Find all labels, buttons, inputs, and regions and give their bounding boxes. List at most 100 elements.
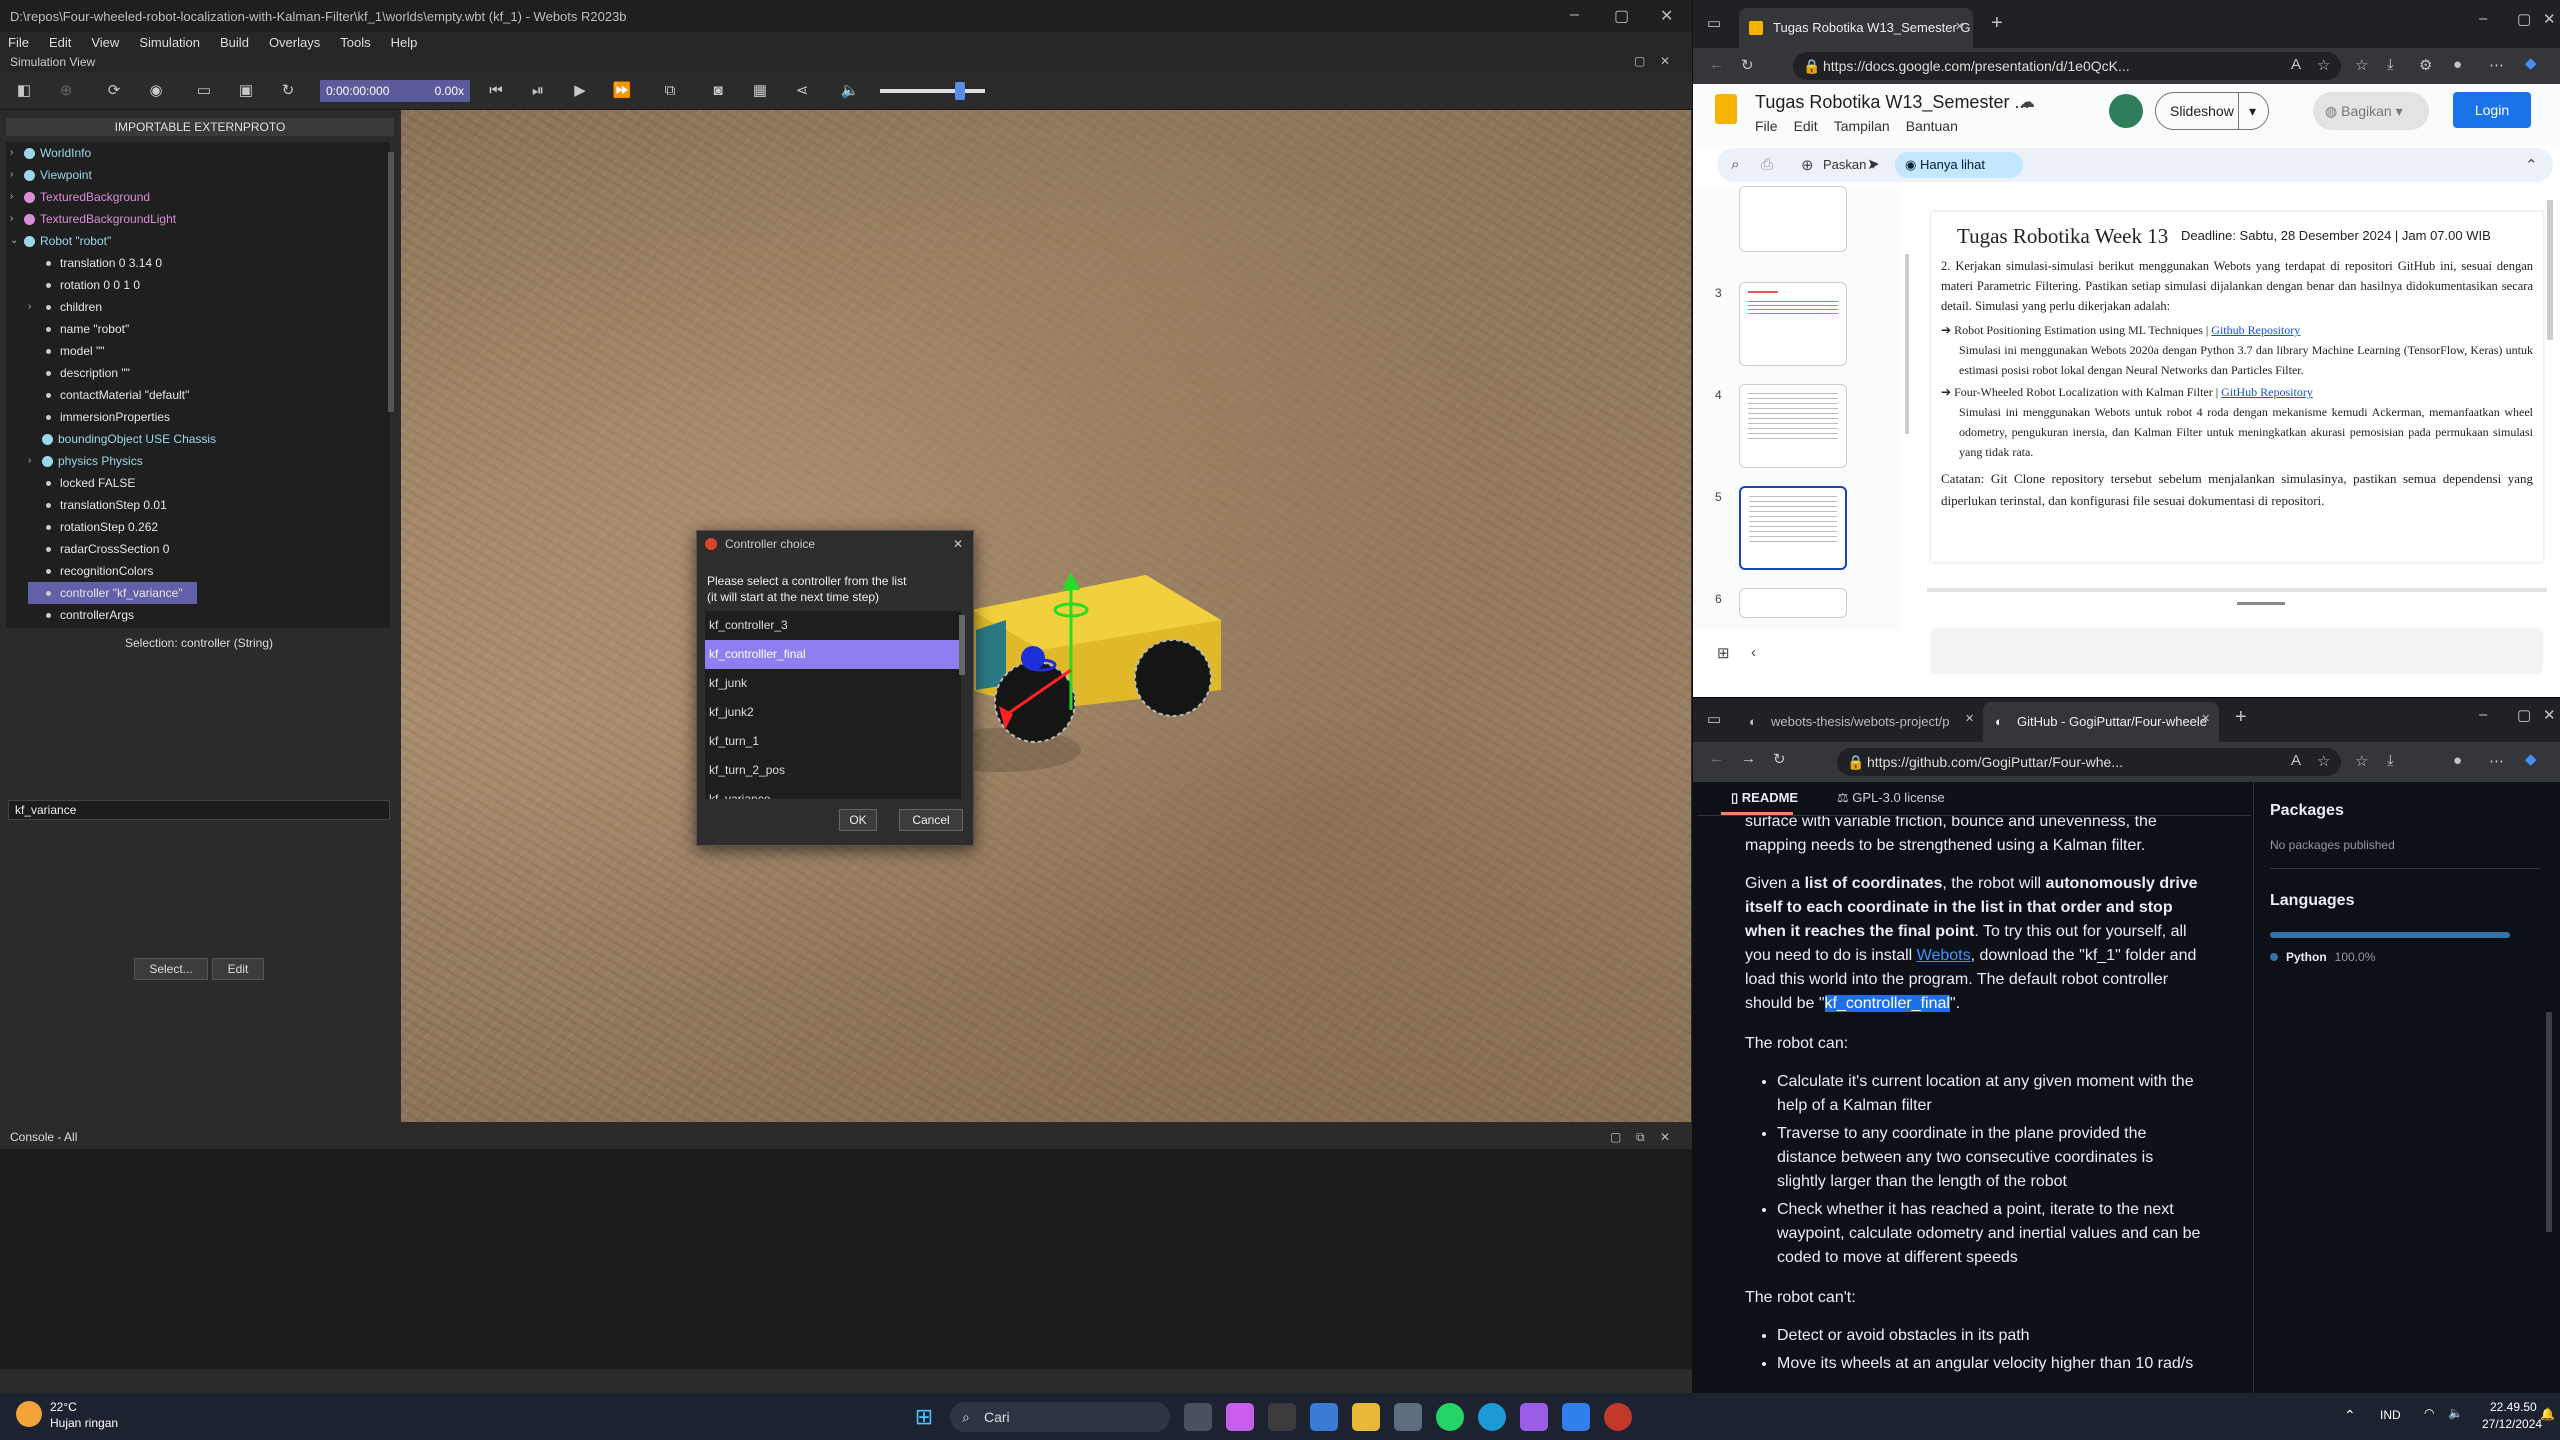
doc-title[interactable]: Tugas Robotika W13_Semester ... (1755, 92, 2029, 113)
tree-node[interactable]: radarCrossSection 0 (28, 538, 169, 560)
notes-divider-handle[interactable] (2237, 602, 2285, 605)
view-icon[interactable]: ◉ (146, 82, 166, 100)
read-aloud-icon[interactable]: A (2291, 752, 2301, 769)
browser-minimize-icon[interactable]: – (2479, 706, 2487, 723)
bullet2-link[interactable]: GitHub Repository (2221, 385, 2313, 399)
tab-slides[interactable]: Tugas Robotika W13_Semester G (1739, 8, 1973, 48)
play-icon[interactable]: ▶ (570, 82, 590, 100)
notification-icon[interactable]: 🔔 (2540, 1407, 2555, 1421)
tray-chevron-icon[interactable]: ⌃ (2344, 1407, 2356, 1424)
chatgpt-icon[interactable] (1268, 1403, 1296, 1431)
reload-page-icon[interactable]: ↻ (1773, 750, 1786, 768)
whatsapp-icon[interactable] (1436, 1403, 1464, 1431)
tree-node[interactable]: model "" (28, 340, 105, 362)
task-view-icon[interactable] (1184, 1403, 1212, 1431)
tab-webots-thesis[interactable]: ◐ webots-thesis/webots-project/p (1737, 702, 1965, 742)
github-desktop-icon[interactable] (1520, 1403, 1548, 1431)
file-explorer-icon[interactable] (1352, 1403, 1380, 1431)
volume-slider[interactable] (880, 89, 985, 93)
profile-avatar-icon[interactable]: ● (2453, 56, 2462, 73)
menu-edit[interactable]: Edit (49, 35, 71, 50)
share-button[interactable]: ◍ Bagikan ▾ (2313, 92, 2429, 130)
favorites-bar-icon[interactable]: ☆ (2355, 56, 2368, 74)
tree-node[interactable]: locked FALSE (28, 472, 135, 494)
tree-node[interactable]: › TexturedBackgroundLight (10, 208, 176, 230)
copilot-icon[interactable]: ◆ (2525, 54, 2537, 72)
tree-node[interactable]: contactMaterial "default" (28, 384, 189, 406)
favorite-icon[interactable]: ☆ (2317, 56, 2330, 74)
browser-maximize-icon[interactable]: ▢ (2517, 10, 2531, 28)
clock-date[interactable]: 27/12/2024 (2482, 1417, 2542, 1431)
slideshow-dropdown-icon[interactable]: ▾ (2238, 93, 2256, 129)
expand-arrow-icon[interactable]: › (10, 142, 24, 164)
open-world-icon[interactable]: ▭ (194, 82, 214, 100)
slide-thumb-3[interactable] (1739, 282, 1847, 366)
tree-scrollbar[interactable] (388, 152, 394, 412)
controller-option[interactable]: kf_controller_3 (705, 611, 961, 640)
profile-avatar-icon[interactable]: ● (2453, 752, 2462, 769)
expand-arrow-icon[interactable]: › (10, 186, 24, 208)
browser-maximize-icon[interactable]: ▢ (2517, 706, 2531, 724)
grid-view-icon[interactable]: ⊞ (1717, 644, 1730, 662)
menu-simulation[interactable]: Simulation (139, 35, 200, 50)
3d-view[interactable] (401, 110, 1691, 1122)
login-button[interactable]: Login (2453, 92, 2531, 128)
packages-title[interactable]: Packages (2270, 802, 2344, 820)
downloads-icon[interactable]: ⤓ (2387, 56, 2394, 73)
readme-tab[interactable]: ▯ README (1731, 790, 1798, 806)
slide-thumb-4[interactable] (1739, 384, 1847, 468)
tree-node[interactable]: › physics Physics (28, 450, 143, 472)
tree-node[interactable]: translationStep 0.01 (28, 494, 167, 516)
print-icon[interactable]: ⎙ (1761, 156, 1773, 173)
collapse-toolbar-icon[interactable]: ⌃ (2525, 156, 2538, 174)
volume-tray-icon[interactable]: 🔈 (2448, 1406, 2463, 1420)
url-bar[interactable]: 🔒 https://github.com/GogiPuttar/Four-whe… (1837, 748, 2341, 776)
tree-node[interactable]: rotationStep 0.262 (28, 516, 158, 538)
render-icon[interactable]: ⧉ (660, 82, 680, 100)
speaker-notes[interactable] (1931, 628, 2543, 674)
reload-page-icon[interactable]: ↻ (1741, 56, 1754, 74)
select-button[interactable]: Select... (134, 958, 208, 980)
favorite-icon[interactable]: ☆ (2317, 752, 2330, 770)
screenshot-icon[interactable]: ◙ (708, 82, 728, 100)
close-icon[interactable]: ✕ (1660, 6, 1673, 26)
menu-view[interactable]: View (91, 35, 119, 50)
webots-icon[interactable] (1604, 1403, 1632, 1431)
edit-button[interactable]: Edit (212, 958, 264, 980)
photos-icon[interactable] (1310, 1403, 1338, 1431)
doc-menu-file[interactable]: File (1755, 118, 1778, 134)
dialog-close-icon[interactable]: ✕ (953, 531, 963, 557)
share-icon[interactable]: ⋖ (792, 82, 812, 100)
console-float-icon[interactable]: ⧉ (1636, 1125, 1645, 1149)
edge-icon[interactable] (1478, 1403, 1506, 1431)
tree-node[interactable]: › WorldInfo (10, 142, 91, 164)
browser-menu-icon[interactable]: ⋯ (2489, 56, 2504, 74)
console-close-icon[interactable]: ✕ (1660, 1125, 1670, 1149)
float-icon[interactable]: ▢ (1634, 54, 1645, 68)
volume-slider-handle[interactable] (955, 82, 965, 100)
language-indicator[interactable]: IND (2380, 1408, 2401, 1422)
movie-icon[interactable]: ▦ (750, 82, 770, 100)
bullet1-link[interactable]: Github Repository (2211, 323, 2300, 337)
menu-tools[interactable]: Tools (340, 35, 370, 50)
copilot-icon[interactable]: ◆ (2525, 750, 2537, 768)
console-maximize-icon[interactable]: ▢ (1610, 1125, 1621, 1149)
tree-node[interactable]: name "robot" (28, 318, 129, 340)
tree-node[interactable]: › Viewpoint (10, 164, 92, 186)
tab2-close-icon[interactable]: ✕ (2201, 712, 2210, 725)
volume-icon[interactable]: 🔈 (840, 82, 860, 100)
controller-option[interactable]: kf_controlller_final (705, 640, 961, 669)
doc-menu-view[interactable]: Tampilan (1834, 118, 1890, 134)
fast-forward-icon[interactable]: ⏩ (612, 82, 632, 100)
panel-close-icon[interactable]: ✕ (1660, 54, 1670, 68)
tab-actions-icon[interactable]: ▭ (1707, 14, 1721, 32)
tree-node[interactable]: boundingObject USE Chassis (28, 428, 216, 450)
step-icon[interactable]: ⏯ (528, 82, 548, 100)
doc-menu-edit[interactable]: Edit (1794, 118, 1818, 134)
new-tab-icon[interactable]: + (1991, 12, 2003, 35)
menu-file[interactable]: File (8, 35, 29, 50)
expand-arrow-icon[interactable]: ⌄ (10, 230, 24, 252)
clock-time[interactable]: 22.49.50 (2490, 1400, 2537, 1414)
page-scrollbar[interactable] (2546, 1012, 2552, 1232)
slideshow-button[interactable]: Slideshow ▾ (2155, 92, 2269, 130)
